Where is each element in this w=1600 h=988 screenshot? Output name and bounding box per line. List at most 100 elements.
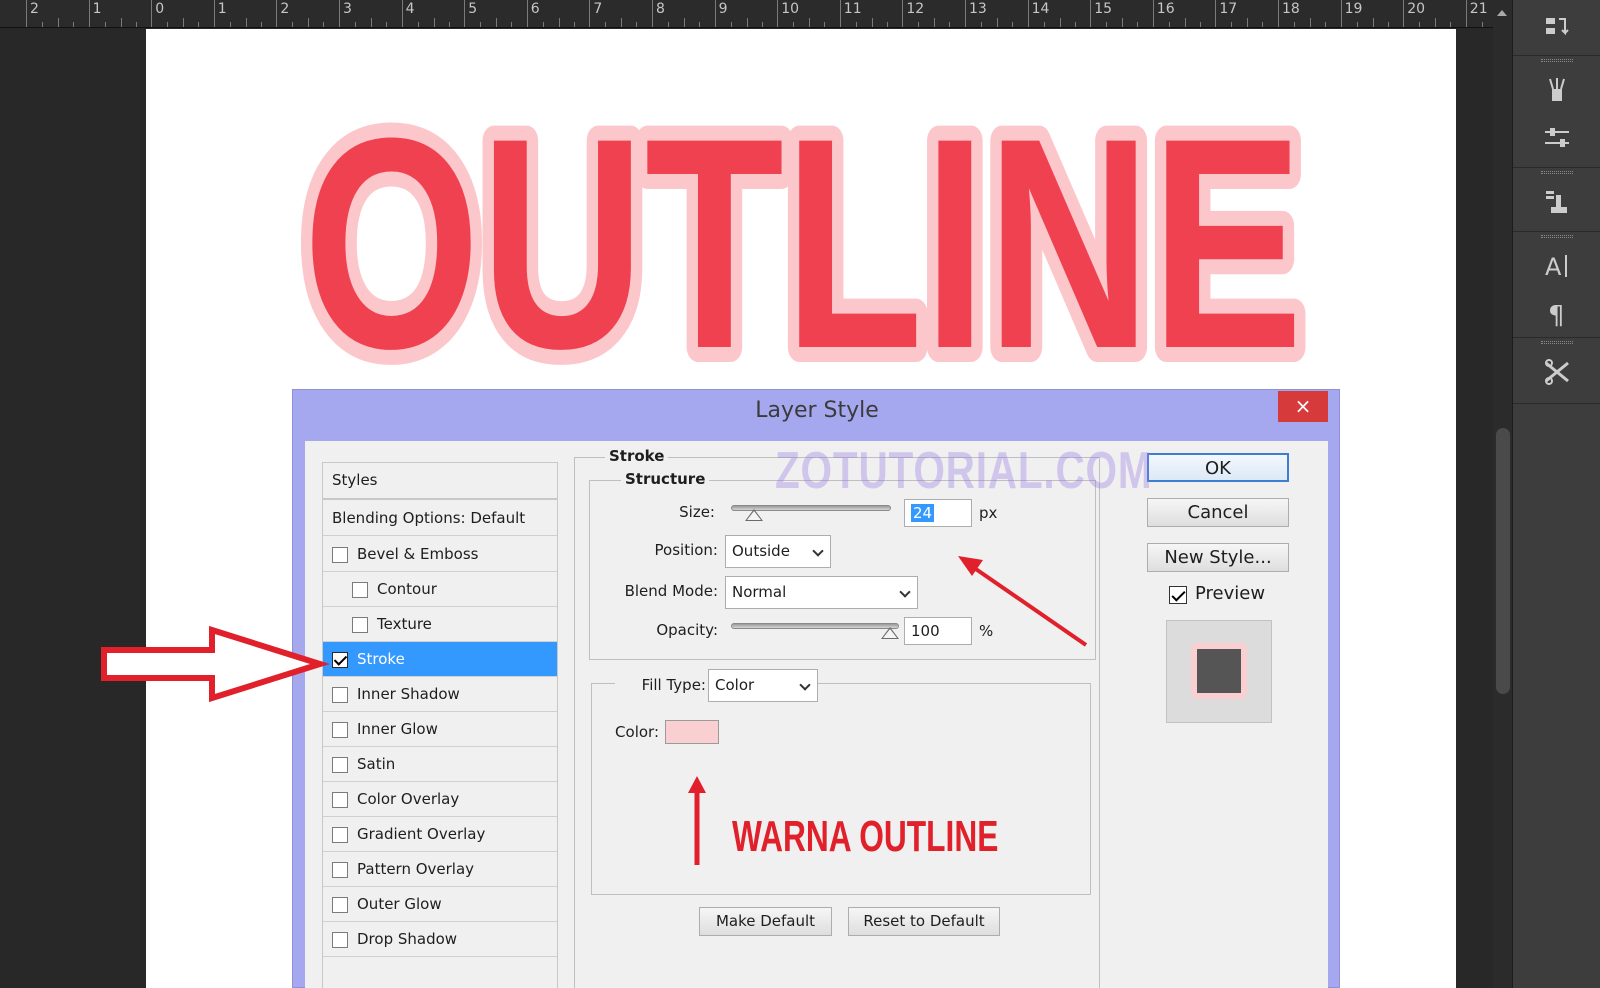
style-item-inner-shadow[interactable]: Inner Shadow <box>323 677 557 712</box>
chevron-down-icon <box>812 545 824 557</box>
style-item-bevel-emboss[interactable]: Bevel & Emboss <box>323 537 557 572</box>
ruler-label: 6 <box>530 1 540 17</box>
panel-group-4: A ¶ <box>1513 232 1600 338</box>
style-item-gradient-overlay[interactable]: Gradient Overlay <box>323 817 557 852</box>
blend-mode-select[interactable]: Normal <box>725 576 918 609</box>
watermark: ZOTUTORIAL.COM <box>775 442 1153 500</box>
structure-group-title: Structure <box>621 470 710 488</box>
style-item-texture[interactable]: Texture <box>323 607 557 642</box>
style-checkbox[interactable] <box>332 757 348 773</box>
fill-type-value: Color <box>715 676 755 694</box>
ruler-mark: 13 <box>965 0 1027 27</box>
style-item-contour[interactable]: Contour <box>323 572 557 607</box>
style-item-outer-glow[interactable]: Outer Glow <box>323 887 557 922</box>
ruler-mark: 1 <box>213 0 276 27</box>
panel-grip[interactable] <box>1541 341 1573 344</box>
make-default-button[interactable]: Make Default <box>699 907 832 936</box>
ruler-label: 15 <box>1094 1 1113 17</box>
opacity-input[interactable]: 100 <box>904 617 972 645</box>
blend-mode-value: Normal <box>732 583 787 601</box>
ruler-mark: 3 <box>339 0 401 27</box>
style-checkbox[interactable] <box>332 547 348 563</box>
ruler-label: 7 <box>593 1 603 17</box>
ruler-mark: 17 <box>1215 0 1277 27</box>
ruler-mark: 10 <box>777 0 839 27</box>
style-item-stroke[interactable]: Stroke <box>323 642 557 677</box>
style-checkbox[interactable] <box>332 932 348 948</box>
ok-button[interactable]: OK <box>1147 453 1289 482</box>
style-checkbox[interactable] <box>332 827 348 843</box>
ruler-label: 1 <box>92 1 102 17</box>
position-select[interactable]: Outside <box>725 535 831 568</box>
ruler-label: 9 <box>718 1 728 17</box>
reset-to-default-button[interactable]: Reset to Default <box>848 907 1000 936</box>
close-button[interactable]: × <box>1278 391 1328 422</box>
style-checkbox[interactable] <box>352 617 368 633</box>
style-item-label: Pattern Overlay <box>357 860 475 878</box>
color-label: Color: <box>615 723 659 741</box>
scrollbar-thumb[interactable] <box>1496 428 1510 694</box>
ruler-label: 18 <box>1282 1 1300 17</box>
ruler-label: 14 <box>1031 1 1050 17</box>
opacity-value: 100 <box>911 622 940 640</box>
ruler-mark: 1 <box>88 0 151 27</box>
style-item-drop-shadow[interactable]: Drop Shadow <box>323 922 557 957</box>
ruler-label: 11 <box>843 1 862 17</box>
chevron-down-icon <box>899 586 911 598</box>
new-style-button[interactable]: New Style... <box>1147 543 1289 572</box>
panel-grip[interactable] <box>1541 235 1573 238</box>
style-checkbox[interactable] <box>332 652 348 668</box>
opacity-slider-thumb[interactable] <box>881 627 899 639</box>
tool-presets-icon[interactable] <box>1537 352 1577 392</box>
style-item-satin[interactable]: Satin <box>323 747 557 782</box>
paragraph-icon[interactable]: ¶ <box>1537 294 1577 334</box>
adjust-sliders-icon[interactable] <box>1537 118 1577 158</box>
ruler-label: 16 <box>1156 1 1175 17</box>
blending-options-item[interactable]: Blending Options: Default <box>323 501 557 536</box>
style-item-pattern-overlay[interactable]: Pattern Overlay <box>323 852 557 887</box>
photoshop-workspace: 2 1 0 1 2 3 4 5 6 7 8 9 10 11 12 13 14 15 16 17 18 19 20 21 OUT… <box>0 0 1600 988</box>
character-icon[interactable]: A <box>1537 246 1577 286</box>
brush-presets-icon[interactable] <box>1537 70 1577 110</box>
panel-swap-icon[interactable] <box>1537 8 1577 48</box>
preview-label: Preview <box>1195 583 1266 604</box>
ruler-label: 10 <box>781 1 800 17</box>
style-item-label: Outer Glow <box>357 895 442 913</box>
style-item-label: Gradient Overlay <box>357 825 486 843</box>
style-checkbox[interactable] <box>332 792 348 808</box>
style-item-label: Bevel & Emboss <box>357 545 479 563</box>
horizontal-ruler[interactable]: 2 1 0 1 2 3 4 5 6 7 8 9 10 11 12 13 14 15 16 17 18 19 20 21 <box>0 0 1512 28</box>
fill-type-select[interactable]: Color <box>708 669 818 702</box>
ruler-label: 0 <box>155 1 165 17</box>
clone-source-icon[interactable] <box>1537 182 1577 222</box>
ruler-label: 8 <box>656 1 665 17</box>
styles-header-label: Styles <box>332 471 378 489</box>
styles-list: Styles Blending Options: Default Bevel &… <box>322 462 558 988</box>
styles-header[interactable]: Styles <box>323 463 557 500</box>
opacity-slider-track[interactable] <box>731 623 899 629</box>
ruler-mark: 4 <box>401 0 464 27</box>
blending-options-label: Blending Options: Default <box>332 509 526 527</box>
size-input[interactable]: 24 <box>904 499 972 527</box>
panel-grip[interactable] <box>1541 171 1573 174</box>
style-item-inner-glow[interactable]: Inner Glow <box>323 712 557 747</box>
cancel-button[interactable]: Cancel <box>1147 498 1289 527</box>
style-checkbox[interactable] <box>332 722 348 738</box>
style-checkbox[interactable] <box>332 687 348 703</box>
style-item-label: Inner Glow <box>357 720 438 738</box>
size-slider-thumb[interactable] <box>745 509 764 521</box>
ruler-mark: 19 <box>1340 0 1403 27</box>
scroll-up-arrow-icon[interactable] <box>1497 10 1507 16</box>
ruler-mark: 8 <box>652 0 714 27</box>
style-checkbox[interactable] <box>352 582 368 598</box>
preview-checkbox[interactable] <box>1169 586 1187 604</box>
position-value: Outside <box>732 542 790 560</box>
size-value: 24 <box>911 504 935 522</box>
style-item-color-overlay[interactable]: Color Overlay <box>323 782 557 817</box>
panel-grip[interactable] <box>1541 59 1573 62</box>
style-checkbox[interactable] <box>332 897 348 913</box>
stroke-color-swatch[interactable] <box>665 720 719 744</box>
ruler-label: 2 <box>280 1 290 17</box>
style-checkbox[interactable] <box>332 862 348 878</box>
vertical-scrollbar[interactable] <box>1493 0 1512 988</box>
